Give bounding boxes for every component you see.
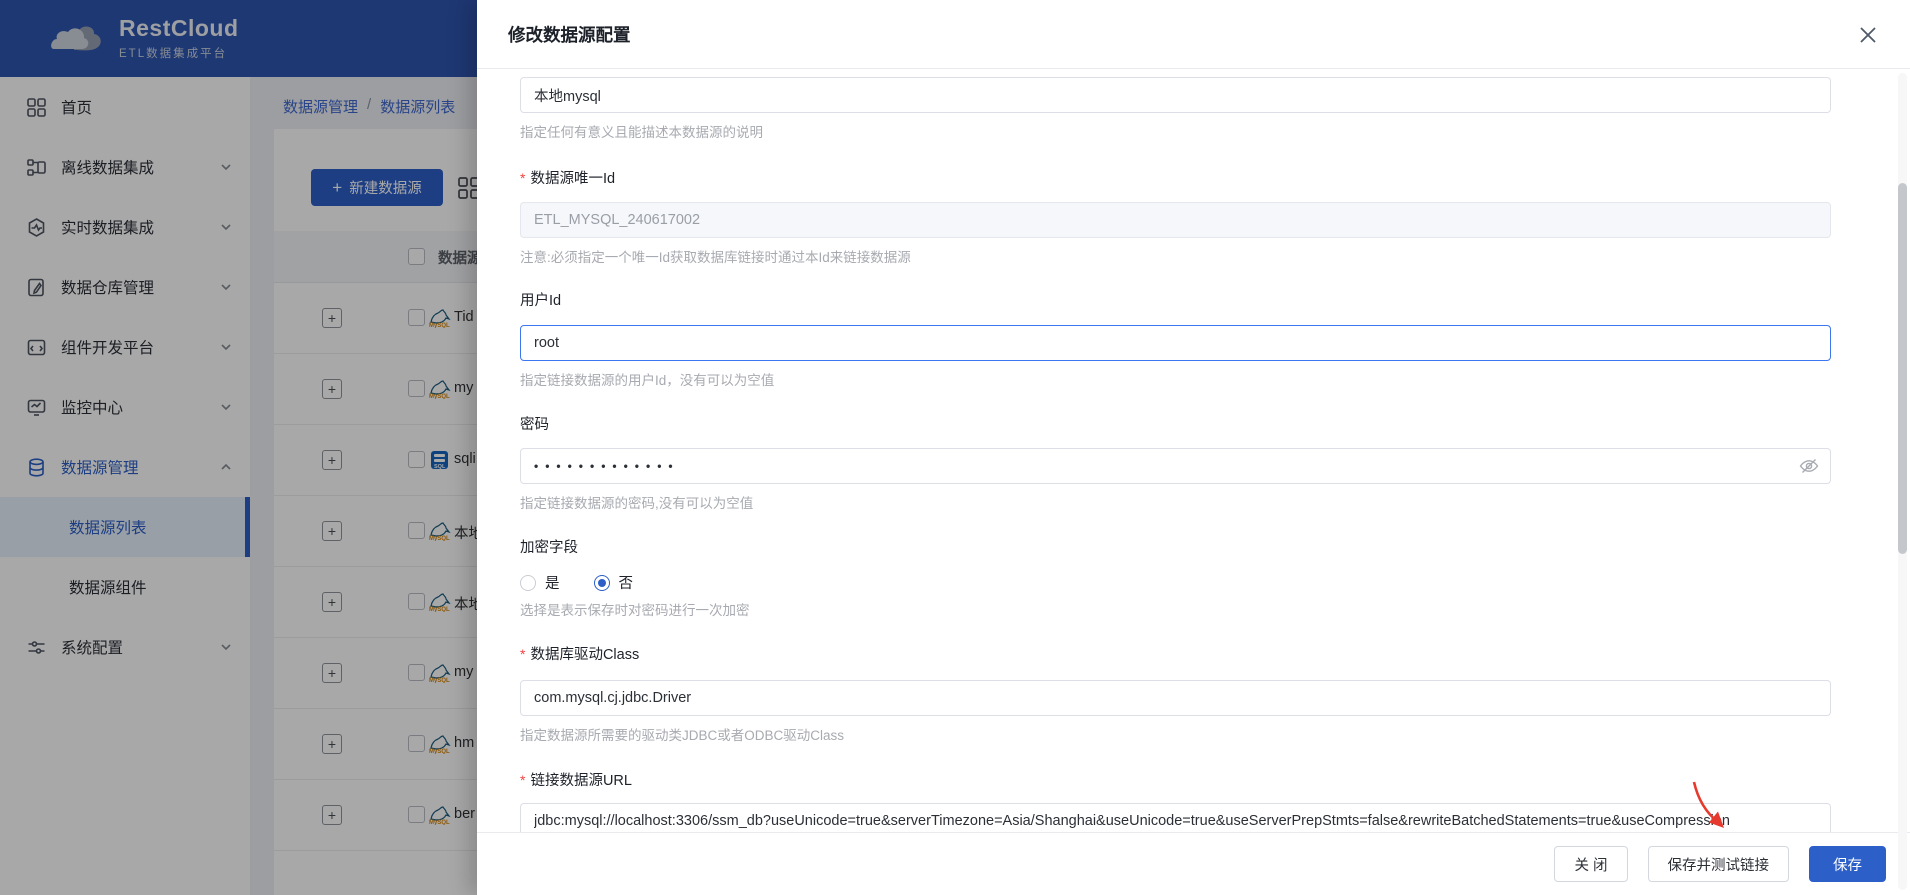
drawer-header: 修改数据源配置 <box>477 0 1910 69</box>
close-button[interactable]: 关 闭 <box>1554 846 1627 882</box>
save-and-test-button[interactable]: 保存并测试链接 <box>1648 846 1790 882</box>
radio-yes[interactable]: 是 <box>520 572 560 593</box>
save-button[interactable]: 保存 <box>1809 846 1886 882</box>
close-icon[interactable] <box>1859 26 1877 44</box>
encrypt-radio-group: 是 否 <box>520 572 1831 593</box>
password-input[interactable] <box>520 448 1831 484</box>
field-label-user-id: 用户Id <box>520 289 1831 310</box>
radio-no[interactable]: 否 <box>594 572 634 593</box>
datasource-name-input[interactable] <box>520 77 1831 113</box>
required-asterisk: * <box>520 646 525 662</box>
drawer-scrollbar-thumb[interactable] <box>1898 183 1907 554</box>
field-help: 注意:必须指定一个唯一Id获取数据库链接时通过本Id来链接数据源 <box>520 246 1831 266</box>
field-help: 指定链接数据源的用户Id，没有可以为空值 <box>520 369 1831 389</box>
radio-circle <box>520 575 536 591</box>
field-help: 选择是表示保存时对密码进行一次加密 <box>520 599 1831 619</box>
field-label-encrypt: 加密字段 <box>520 536 1831 557</box>
app-root: RestCloud ETL数据集成平台 首页 离线数据集成 实时数据集成 数据仓… <box>0 0 1910 895</box>
field-label-jdbc-url: * 链接数据源URL <box>520 769 1831 790</box>
user-id-input[interactable] <box>520 325 1831 361</box>
unique-id-input <box>520 202 1831 238</box>
edit-datasource-drawer: 修改数据源配置 指定任何有意义且能描述本数据源的说明 * 数据源唯一Id 注意:… <box>477 0 1910 895</box>
field-help: 指定链接数据源的密码,没有可以为空值 <box>520 492 1831 512</box>
required-asterisk: * <box>520 170 525 186</box>
required-asterisk: * <box>520 772 525 788</box>
field-help: 指定任何有意义且能描述本数据源的说明 <box>520 121 1831 141</box>
modal-overlay[interactable] <box>0 0 477 895</box>
driver-class-input[interactable] <box>520 680 1831 716</box>
drawer-title: 修改数据源配置 <box>508 22 631 47</box>
field-help: 指定数据源所需要的驱动类JDBC或者ODBC驱动Class <box>520 724 1831 744</box>
field-label-password: 密码 <box>520 413 1831 434</box>
radio-circle <box>594 575 610 591</box>
field-label-driver-class: * 数据库驱动Class <box>520 643 1831 664</box>
drawer-footer: 关 闭 保存并测试链接 保存 <box>477 832 1910 895</box>
drawer-body: 指定任何有意义且能描述本数据源的说明 * 数据源唯一Id 注意:必须指定一个唯一… <box>477 69 1893 832</box>
field-label-unique-id: * 数据源唯一Id <box>520 167 1831 188</box>
jdbc-url-input[interactable] <box>520 803 1831 832</box>
eye-off-icon[interactable] <box>1799 456 1819 476</box>
